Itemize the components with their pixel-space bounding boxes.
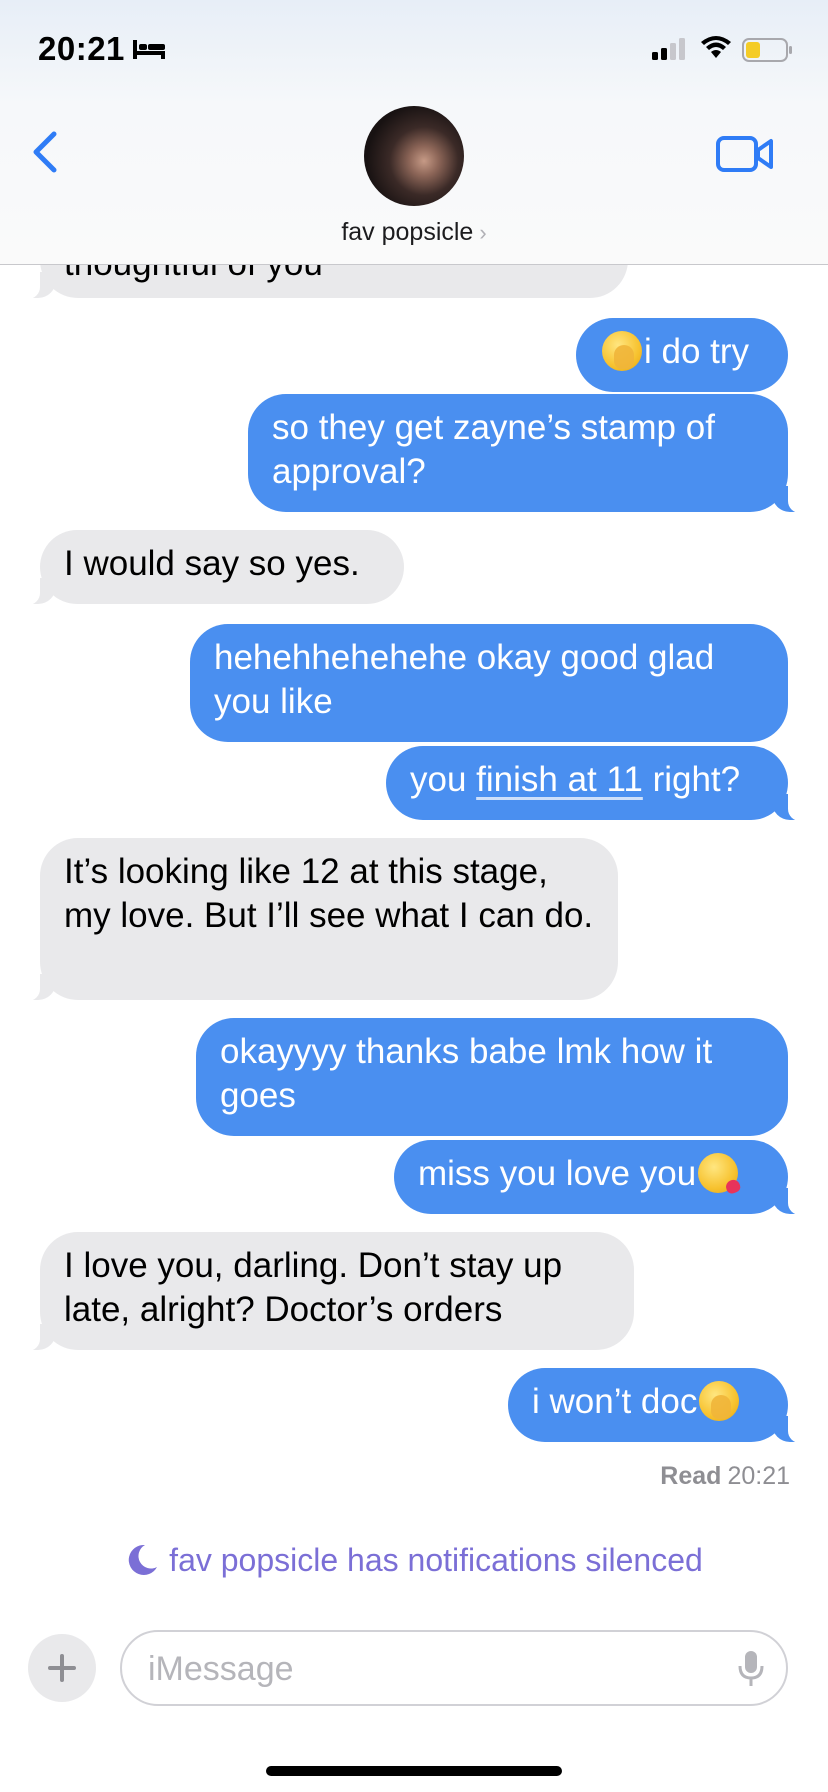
message-bubble-outgoing[interactable]: i won’t doc: [508, 1368, 810, 1443]
conversation-header: 20:21 fav popsicle ›: [0, 0, 828, 265]
battery-icon: [742, 38, 792, 62]
imessage-input[interactable]: [146, 1632, 710, 1706]
avatar[interactable]: [364, 106, 464, 206]
contact-name: fav popsicle: [341, 218, 474, 246]
read-receipt: Read 20:21: [660, 1462, 790, 1490]
status-time: 20:21: [38, 30, 125, 67]
message-bubble-outgoing[interactable]: you finish at 11 right?: [386, 746, 810, 821]
notifications-silenced-notice: fav popsicle has notifications silenced: [0, 1542, 828, 1579]
message-bubble-outgoing[interactable]: so they get zayne’s stamp of approval?: [248, 394, 810, 513]
video-camera-icon[interactable]: [716, 134, 774, 174]
home-indicator: [266, 1766, 562, 1776]
face-with-hand-over-mouth-icon: [602, 331, 642, 371]
message-bubble-outgoing[interactable]: hehehhehehehe okay good glad you like: [190, 624, 788, 742]
date-link[interactable]: finish at 11: [476, 760, 643, 799]
face-with-hand-over-mouth-icon: [699, 1381, 740, 1421]
message-bubble-outgoing[interactable]: okayyyy thanks babe lmk how it goes: [196, 1018, 788, 1136]
message-bubble-incoming[interactable]: I would say so yes.: [18, 530, 404, 605]
message-bubble-incoming[interactable]: I love you, darling. Don’t stay up late,…: [18, 1232, 634, 1351]
microphone-icon[interactable]: [738, 1650, 764, 1688]
add-attachment-button[interactable]: [28, 1634, 96, 1702]
moon-icon: [128, 1544, 158, 1575]
bed-icon: [133, 40, 165, 59]
message-bubble-incoming[interactable]: It’s looking like 12 at this stage, my l…: [18, 838, 618, 1001]
plus-icon: [48, 1654, 76, 1682]
wifi-icon: [701, 36, 731, 58]
face-blowing-a-kiss-icon: [698, 1153, 739, 1193]
message-composer[interactable]: [120, 1630, 788, 1706]
signal-icon: [652, 38, 685, 60]
back-chevron-icon[interactable]: [26, 128, 66, 176]
message-bubble-outgoing[interactable]: miss you love you: [394, 1140, 810, 1215]
contact-name-button[interactable]: fav popsicle ›: [0, 218, 828, 247]
chevron-right-icon: ›: [479, 220, 487, 245]
message-bubble-outgoing[interactable]: i do try: [576, 318, 788, 392]
